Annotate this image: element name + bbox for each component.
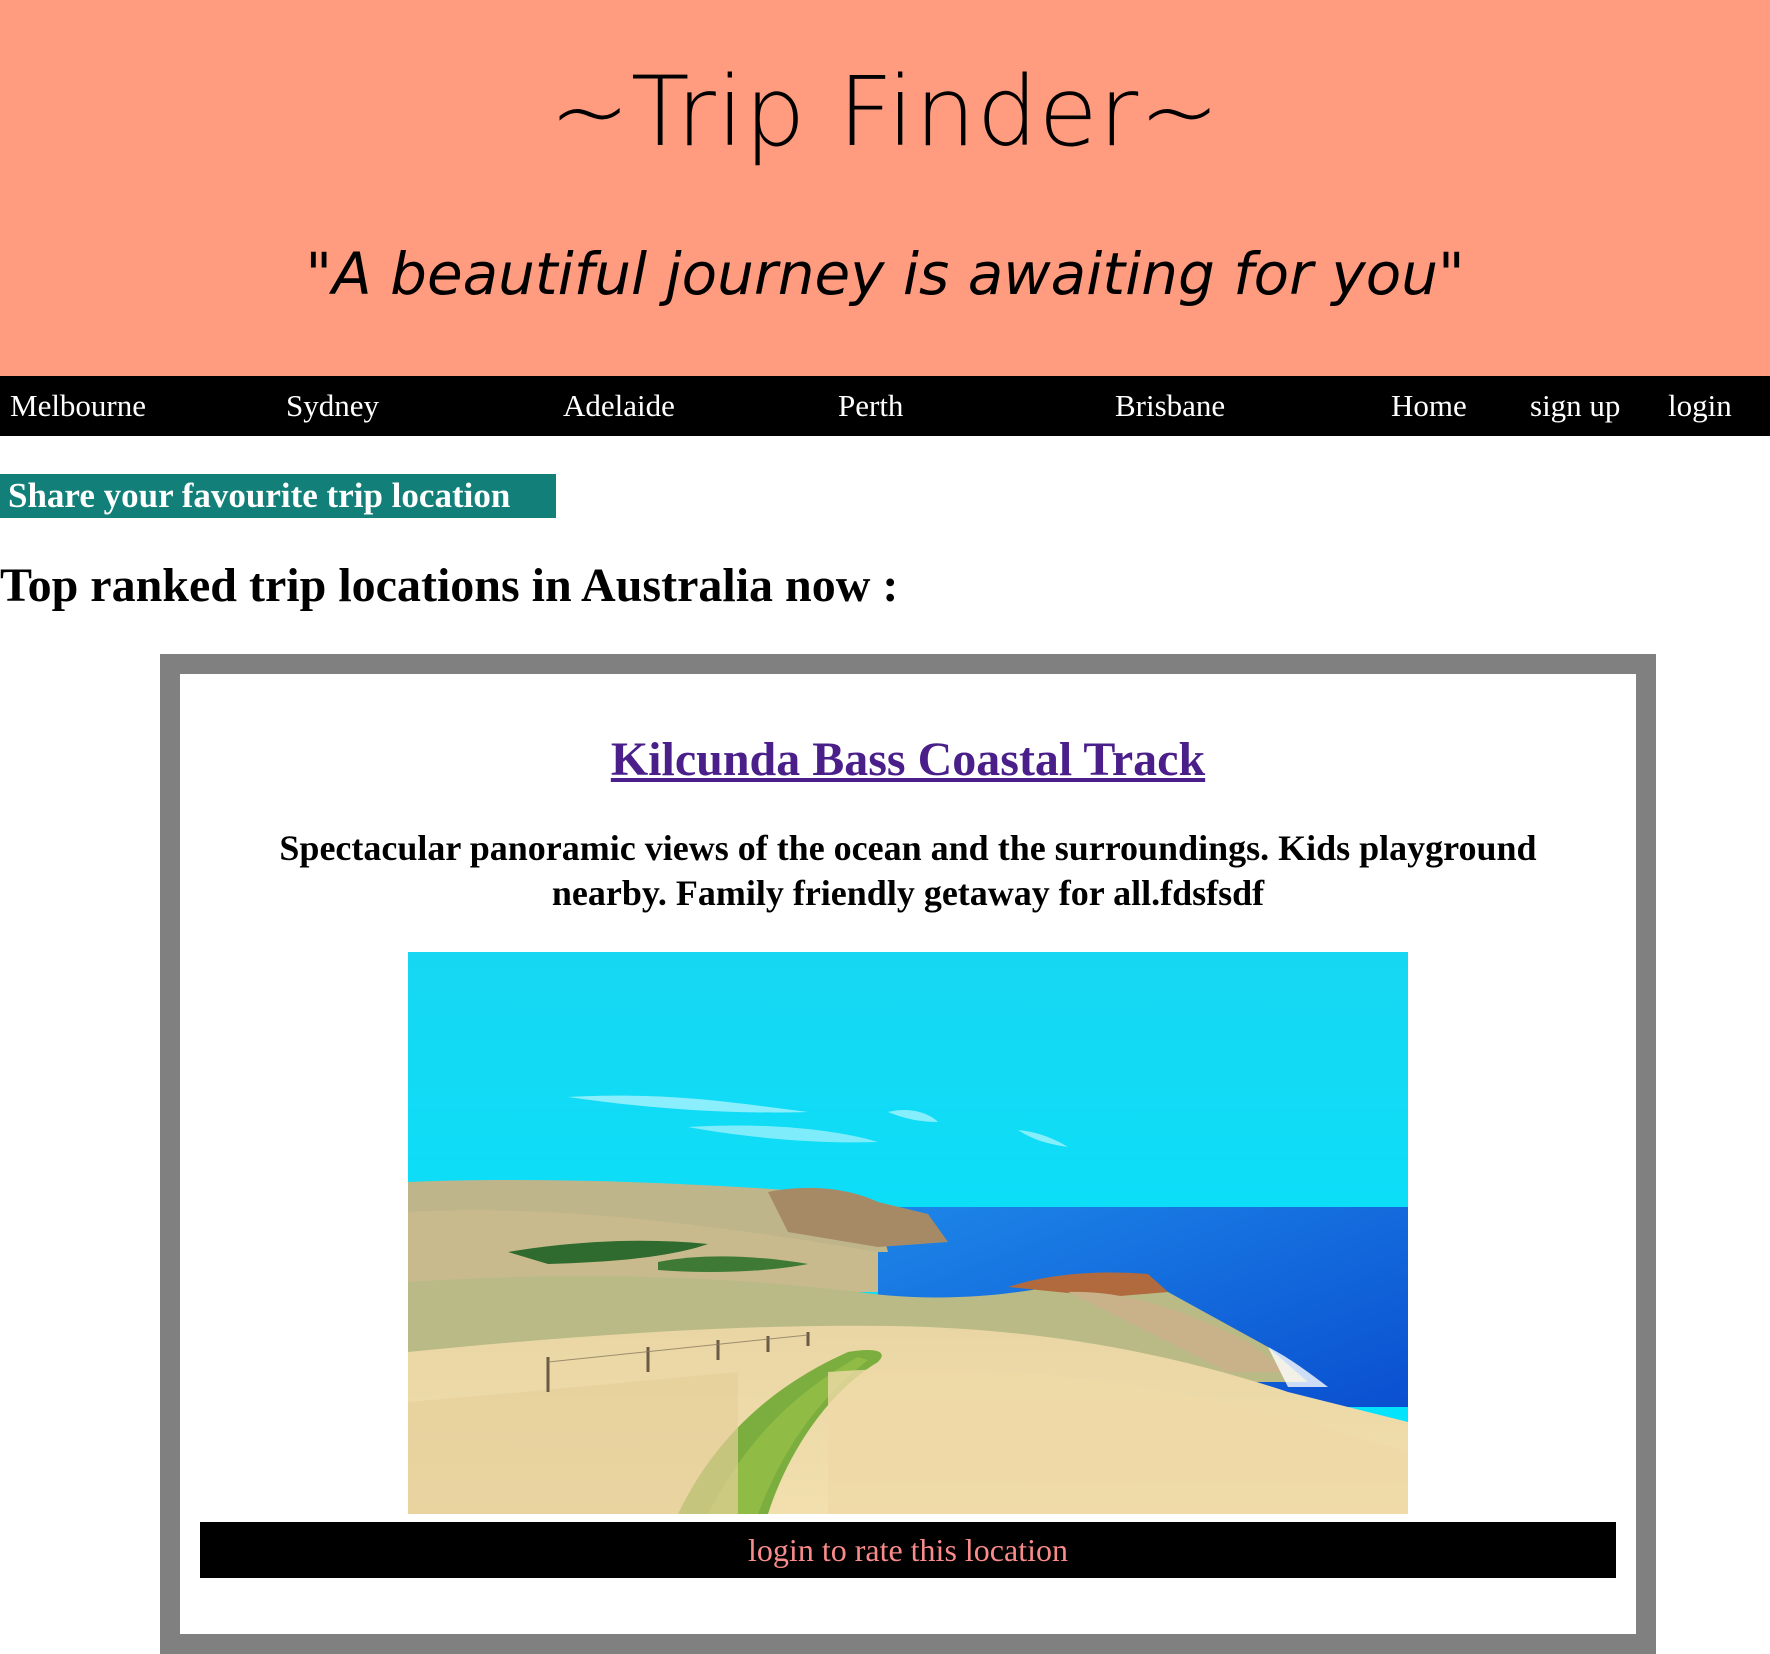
site-tagline: "A beautiful journey is awaiting for you… bbox=[305, 240, 1465, 308]
nav-item-login[interactable]: login bbox=[1668, 376, 1732, 436]
nav-bar: Melbourne Sydney Adelaide Perth Brisbane… bbox=[0, 376, 1770, 436]
nav-item-home[interactable]: Home bbox=[1391, 376, 1467, 436]
nav-item-brisbane[interactable]: Brisbane bbox=[1115, 376, 1225, 436]
location-title-link[interactable]: Kilcunda Bass Coastal Track bbox=[611, 733, 1205, 786]
section-heading: Top ranked trip locations in Australia n… bbox=[0, 559, 899, 612]
nav-item-melbourne[interactable]: Melbourne bbox=[10, 376, 146, 436]
location-description: Spectacular panoramic views of the ocean… bbox=[279, 828, 1537, 913]
nav-item-perth[interactable]: Perth bbox=[838, 376, 903, 436]
location-photo bbox=[408, 952, 1408, 1514]
nav-item-adelaide[interactable]: Adelaide bbox=[563, 376, 675, 436]
rate-location-bar[interactable]: login to rate this location bbox=[200, 1522, 1616, 1578]
nav-item-sydney[interactable]: Sydney bbox=[286, 376, 379, 436]
site-title: ~Trip Finder~ bbox=[549, 56, 1221, 168]
share-location-button[interactable]: Share your favourite trip location bbox=[0, 474, 556, 518]
location-card: Kilcunda Bass Coastal Track Spectacular … bbox=[160, 654, 1656, 1654]
site-header: ~Trip Finder~ "A beautiful journey is aw… bbox=[0, 0, 1770, 376]
location-title: Kilcunda Bass Coastal Track bbox=[180, 730, 1636, 790]
nav-item-sign-up[interactable]: sign up bbox=[1530, 376, 1620, 436]
